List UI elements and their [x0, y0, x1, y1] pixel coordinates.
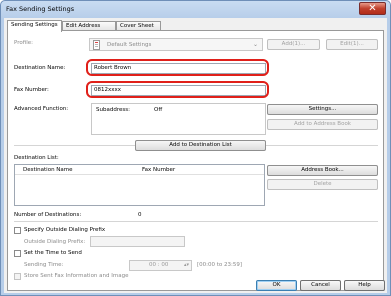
field-value: 00 : 00 [149, 262, 169, 268]
tab-sending-settings[interactable]: Sending Settings [7, 20, 62, 32]
button-label: Add(1)... [281, 41, 306, 47]
subaddress-value: Off [154, 107, 163, 113]
document-icon [93, 40, 100, 50]
add-to-destination-list-button[interactable]: Add to Destination List [135, 140, 266, 151]
fax-number-label: Fax Number: [14, 87, 49, 93]
tab-label: Cover Sheet [120, 23, 154, 29]
button-label: Settings... [308, 106, 337, 112]
button-label: Edit(1)... [340, 41, 364, 47]
outside-dialing-checkbox[interactable] [14, 227, 21, 234]
address-book-button[interactable]: Address Book... [267, 165, 378, 176]
advanced-function-box: Subaddress: Off [91, 103, 266, 135]
spin-arrows-icon[interactable]: ▴▾ [184, 261, 189, 270]
separator-line [14, 221, 378, 222]
sending-settings-panel: Profile: Default Settings ⌄ Add(1)... Ed… [7, 30, 384, 291]
tab-label: Sending Settings [11, 22, 58, 28]
delete-button[interactable]: Delete [267, 179, 378, 190]
column-destination-name: Destination Name [23, 167, 73, 173]
store-fax-checkbox[interactable] [14, 273, 21, 280]
profile-combobox: Default Settings ⌄ [89, 38, 263, 51]
cancel-button[interactable]: Cancel [300, 280, 341, 291]
fax-sending-settings-window: Fax Sending Settings ✕ Sending Settings … [0, 0, 391, 296]
sending-time-field[interactable]: 00 : 00 ▴▾ [129, 260, 192, 271]
destination-list-table[interactable]: Destination Name Fax Number [14, 164, 265, 206]
window-title: Fax Sending Settings [6, 5, 75, 13]
add-profile-button[interactable]: Add(1)... [267, 39, 320, 50]
help-button[interactable]: Help [344, 280, 385, 291]
outside-dialing-prefix-field[interactable] [90, 236, 185, 247]
sending-time-label: Sending Time: [24, 262, 64, 268]
column-fax-number: Fax Number [142, 167, 176, 173]
chevron-down-icon: ⌄ [253, 41, 259, 48]
button-label: Add to Address Book [293, 121, 351, 127]
time-range-hint: [00:00 to 23:59] [197, 262, 243, 268]
set-time-checkbox-label: Set the Time to Send [24, 250, 82, 256]
edit-profile-button[interactable]: Edit(1)... [326, 39, 378, 50]
number-of-destinations-value: 0 [138, 212, 142, 218]
profile-label: Profile: [14, 40, 33, 46]
button-label: Add to Destination List [169, 142, 232, 148]
set-time-checkbox[interactable] [14, 250, 21, 257]
button-label: OK [272, 282, 281, 288]
outside-dialing-checkbox-label: Specify Outside Dialing Prefix [24, 227, 106, 233]
settings-button[interactable]: Settings... [267, 104, 378, 115]
button-label: Help [358, 282, 371, 288]
button-label: Cancel [311, 282, 330, 288]
button-label: Delete [313, 181, 332, 187]
title-bar[interactable]: Fax Sending Settings ✕ [1, 1, 390, 18]
button-label: Address Book... [301, 167, 344, 173]
destination-name-highlight [86, 59, 269, 76]
table-header: Destination Name Fax Number [15, 165, 264, 175]
outside-dialing-prefix-label: Outside Dialing Prefix: [24, 239, 86, 245]
store-fax-checkbox-label: Store Sent Fax Information and Image [24, 273, 129, 279]
close-icon: ✕ [368, 3, 377, 14]
subaddress-label: Subaddress: [96, 107, 130, 113]
number-of-destinations-label: Number of Destinations: [14, 212, 82, 218]
profile-value: Default Settings [107, 42, 152, 48]
destination-list-label: Destination List: [14, 155, 59, 161]
destination-name-label: Destination Name: [14, 65, 66, 71]
add-to-address-book-button[interactable]: Add to Address Book [267, 119, 378, 130]
fax-number-highlight [86, 81, 269, 98]
advanced-function-label: Advanced Function: [14, 106, 69, 112]
close-button[interactable]: ✕ [359, 2, 386, 15]
ok-button[interactable]: OK [256, 280, 297, 291]
dialog-client-area: Sending Settings Edit Address Book Cover… [4, 18, 387, 293]
